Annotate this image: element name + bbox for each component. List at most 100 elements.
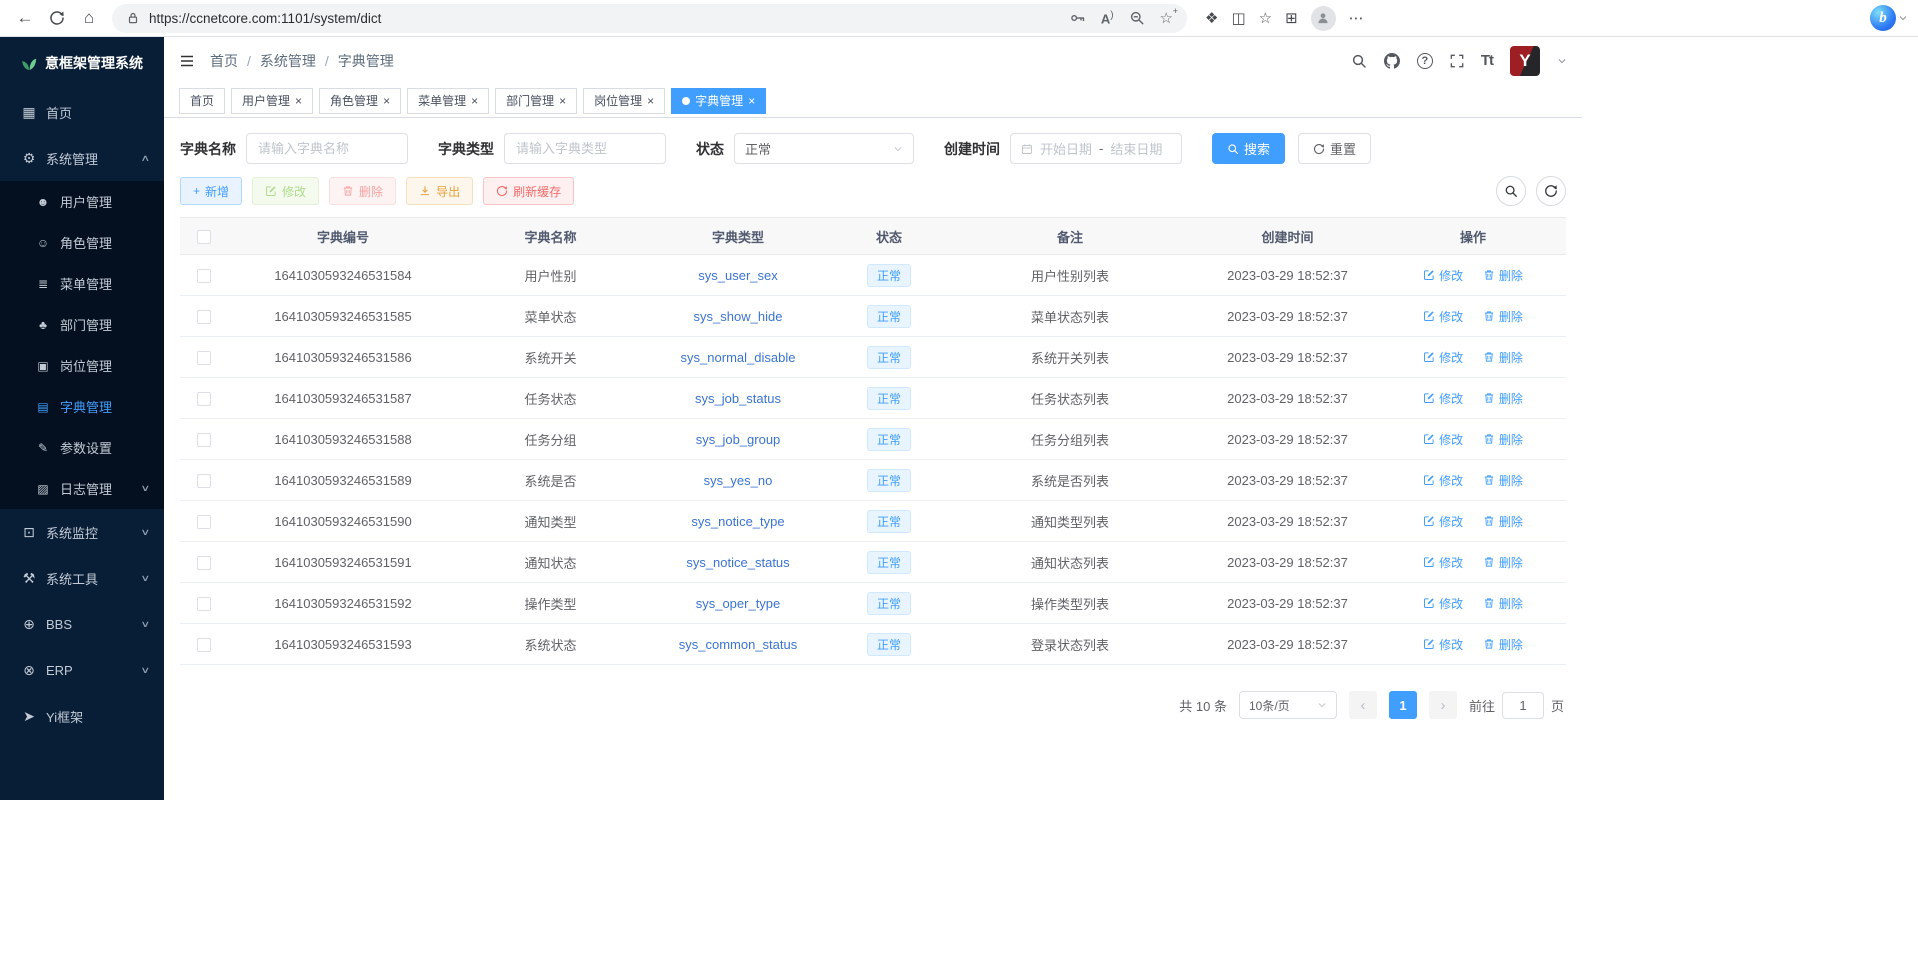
prev-page-button[interactable]: ‹	[1349, 691, 1377, 719]
sidebar-item[interactable]: ✎ 参数设置	[0, 427, 164, 468]
page-tab[interactable]: 菜单管理 ×	[407, 88, 489, 114]
text-size-icon[interactable]: Tt	[1481, 52, 1493, 69]
page-refresh-icon[interactable]	[42, 3, 72, 33]
password-key-icon[interactable]	[1070, 10, 1086, 26]
row-edit-link[interactable]: 修改	[1423, 431, 1463, 448]
copilot-chevron-icon[interactable]	[1898, 13, 1908, 23]
sidebar-item[interactable]: ☺ 角色管理	[0, 222, 164, 263]
row-checkbox[interactable]	[197, 269, 211, 283]
dict-type-input[interactable]	[504, 133, 666, 164]
row-edit-link[interactable]: 修改	[1423, 636, 1463, 653]
refresh-cache-button[interactable]: 刷新缓存	[483, 177, 574, 205]
sidebar-item[interactable]: ⊡ 系统监控 ∨	[0, 509, 164, 555]
add-favorite-icon[interactable]: ☆+	[1160, 9, 1173, 27]
page-tab[interactable]: 首页 ×	[179, 88, 225, 114]
row-edit-link[interactable]: 修改	[1423, 349, 1463, 366]
row-checkbox[interactable]	[197, 310, 211, 324]
tab-close-icon[interactable]: ×	[383, 95, 390, 107]
row-checkbox[interactable]	[197, 515, 211, 529]
row-checkbox[interactable]	[197, 474, 211, 488]
page-tab[interactable]: 角色管理 ×	[319, 88, 401, 114]
search-button[interactable]: 搜索	[1212, 133, 1285, 164]
date-range-picker[interactable]: 开始日期 - 结束日期	[1010, 133, 1182, 164]
read-aloud-icon[interactable]: A)	[1101, 10, 1114, 26]
row-delete-link[interactable]: 删除	[1483, 431, 1523, 448]
sidebar-item[interactable]: ⚙ 系统管理 ∧	[0, 135, 164, 181]
sidebar-item[interactable]: ☻ 用户管理	[0, 181, 164, 222]
copilot-icon[interactable]: b	[1870, 5, 1896, 31]
tab-close-icon[interactable]: ×	[471, 95, 478, 107]
fullscreen-icon[interactable]	[1450, 54, 1464, 68]
row-edit-link[interactable]: 修改	[1423, 513, 1463, 530]
row-checkbox[interactable]	[197, 638, 211, 652]
page-tab[interactable]: 用户管理 ×	[231, 88, 313, 114]
search-icon[interactable]	[1351, 53, 1367, 69]
url-text[interactable]: https://ccnetcore.com:1101/system/dict	[149, 11, 1061, 26]
page-tab[interactable]: 字典管理 ×	[671, 88, 766, 114]
tab-close-icon[interactable]: ×	[295, 95, 302, 107]
breadcrumb-item[interactable]: 字典管理	[316, 51, 394, 71]
row-checkbox[interactable]	[197, 597, 211, 611]
avatar-chevron-icon[interactable]	[1557, 56, 1567, 66]
github-icon[interactable]	[1384, 53, 1400, 69]
toggle-search-button[interactable]	[1496, 176, 1526, 206]
sidebar-item[interactable]: ▣ 岗位管理	[0, 345, 164, 386]
row-delete-link[interactable]: 删除	[1483, 390, 1523, 407]
dict-name-input[interactable]	[246, 133, 408, 164]
select-all-checkbox[interactable]	[197, 230, 211, 244]
tab-close-icon[interactable]: ×	[559, 95, 566, 107]
dict-type-link[interactable]: sys_job_group	[696, 432, 781, 447]
row-edit-link[interactable]: 修改	[1423, 267, 1463, 284]
current-page-button[interactable]: 1	[1389, 691, 1417, 719]
row-checkbox[interactable]	[197, 392, 211, 406]
sidebar-item[interactable]: ⊗ ERP ∨	[0, 647, 164, 693]
breadcrumb-item[interactable]: 首页	[210, 51, 238, 71]
breadcrumb-item[interactable]: 系统管理	[238, 51, 316, 71]
help-icon[interactable]: ?	[1417, 53, 1433, 69]
row-delete-link[interactable]: 删除	[1483, 513, 1523, 530]
export-button[interactable]: 导出	[406, 177, 473, 205]
sidebar-toggle-icon[interactable]	[179, 53, 195, 69]
row-delete-link[interactable]: 删除	[1483, 554, 1523, 571]
row-checkbox[interactable]	[197, 556, 211, 570]
row-delete-link[interactable]: 删除	[1483, 636, 1523, 653]
dict-type-link[interactable]: sys_notice_type	[691, 514, 784, 529]
dict-type-link[interactable]: sys_show_hide	[694, 309, 783, 324]
sidebar-item[interactable]: ➤ Yi框架	[0, 693, 164, 739]
row-delete-link[interactable]: 删除	[1483, 472, 1523, 489]
next-page-button[interactable]: ›	[1429, 691, 1457, 719]
edit-button[interactable]: 修改	[252, 177, 319, 205]
reset-button[interactable]: 重置	[1298, 133, 1371, 164]
row-delete-link[interactable]: 删除	[1483, 267, 1523, 284]
back-icon[interactable]: ←	[10, 3, 40, 33]
tab-close-icon[interactable]: ×	[647, 95, 654, 107]
row-edit-link[interactable]: 修改	[1423, 308, 1463, 325]
extensions-icon[interactable]: ❖	[1205, 9, 1218, 27]
dict-type-link[interactable]: sys_oper_type	[696, 596, 781, 611]
profile-avatar[interactable]	[1311, 6, 1336, 31]
more-menu-icon[interactable]: ⋯	[1349, 9, 1364, 27]
favorites-icon[interactable]: ☆	[1259, 9, 1272, 27]
sidebar-item[interactable]: ▨ 日志管理 ∨	[0, 468, 164, 509]
page-tab[interactable]: 部门管理 ×	[495, 88, 577, 114]
delete-button[interactable]: 删除	[329, 177, 396, 205]
page-size-select[interactable]: 10条/页	[1239, 691, 1337, 719]
status-select[interactable]: 正常	[734, 133, 914, 164]
sidebar-item[interactable]: ♣ 部门管理	[0, 304, 164, 345]
refresh-table-button[interactable]	[1536, 176, 1566, 206]
row-checkbox[interactable]	[197, 433, 211, 447]
sidebar-item[interactable]: ▦ 首页	[0, 89, 164, 135]
row-edit-link[interactable]: 修改	[1423, 472, 1463, 489]
goto-page-input[interactable]	[1502, 692, 1544, 719]
collections-icon[interactable]: ⊞	[1285, 9, 1298, 27]
dict-type-link[interactable]: sys_normal_disable	[681, 350, 796, 365]
split-screen-icon[interactable]: ◫	[1231, 9, 1245, 27]
tab-close-icon[interactable]: ×	[748, 95, 755, 107]
zoom-out-icon[interactable]	[1129, 10, 1145, 26]
home-icon[interactable]: ⌂	[74, 3, 104, 33]
sidebar-item[interactable]: ⚒ 系统工具 ∨	[0, 555, 164, 601]
sidebar-item[interactable]: ≣ 菜单管理	[0, 263, 164, 304]
dict-type-link[interactable]: sys_common_status	[679, 637, 798, 652]
dict-type-link[interactable]: sys_notice_status	[686, 555, 789, 570]
dict-type-link[interactable]: sys_job_status	[695, 391, 781, 406]
